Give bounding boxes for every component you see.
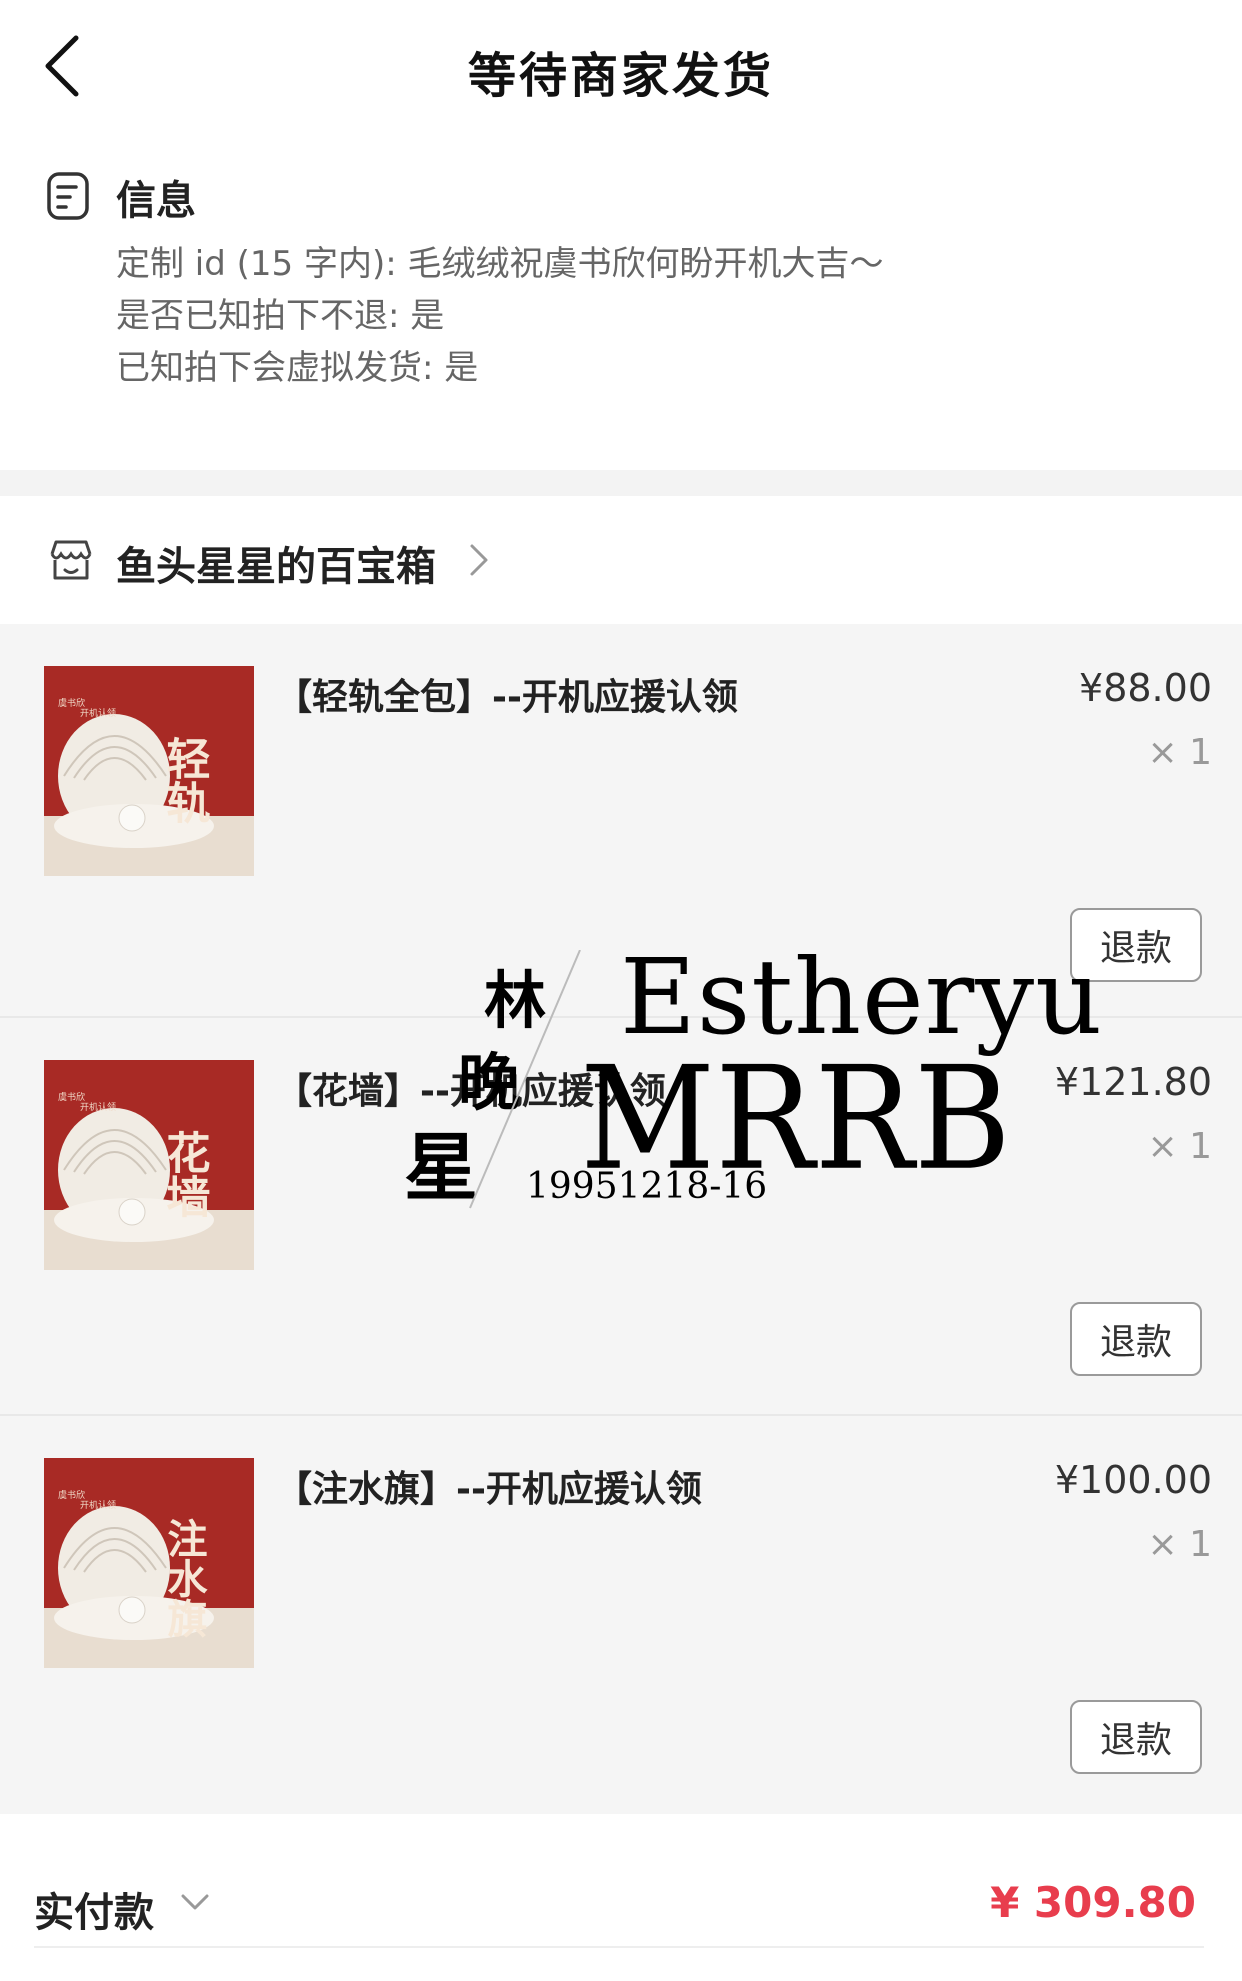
order-item: 虞书欣 开机认领 花墙 【花墙】--开机应援认领 ¥121.80 × 1 退款 xyxy=(0,1018,1242,1416)
thumb-title: 轻轨 xyxy=(159,736,211,825)
item-quantity: × 1 xyxy=(1147,1524,1212,1565)
product-thumbnail[interactable]: 虞书欣 开机认领 轻轨 xyxy=(44,666,254,876)
item-quantity: × 1 xyxy=(1147,1126,1212,1167)
thumb-tag: 开机认领 xyxy=(80,1499,116,1511)
item-title[interactable]: 【注水旗】--开机应援认领 xyxy=(276,1460,702,1512)
refund-button[interactable]: 退款 xyxy=(1070,1700,1202,1774)
info-section: 信息 定制 id (15 字内): 毛绒绒祝虞书欣何盼开机大吉～ 是否已知拍下不… xyxy=(0,140,1242,470)
paid-amount: ¥ 309.80 xyxy=(990,1878,1196,1927)
refund-button[interactable]: 退款 xyxy=(1070,1302,1202,1376)
info-line-virtual-ship: 已知拍下会虚拟发货: 是 xyxy=(116,348,479,388)
info-line-no-refund: 是否已知拍下不退: 是 xyxy=(116,296,445,336)
product-thumbnail[interactable]: 虞书欣 开机认领 花墙 xyxy=(44,1060,254,1270)
payment-footer: 实付款 ¥ 309.80 xyxy=(0,1820,1242,1981)
thumb-name: 虞书欣 xyxy=(58,1489,85,1501)
order-item: 虞书欣 开机认领 注水旗 【注水旗】--开机应援认领 ¥100.00 × 1 退… xyxy=(0,1416,1242,1814)
section-divider xyxy=(0,470,1242,496)
note-icon xyxy=(47,172,89,220)
chevron-down-icon[interactable] xyxy=(180,1890,210,1914)
item-title[interactable]: 【轻轨全包】--开机应援认领 xyxy=(276,668,738,720)
footer-divider xyxy=(34,1946,1204,1948)
thumb-name: 虞书欣 xyxy=(58,1091,85,1103)
thumb-title: 花墙 xyxy=(159,1130,211,1218)
product-thumbnail[interactable]: 虞书欣 开机认领 注水旗 xyxy=(44,1458,254,1668)
thumb-title: 注水旗 xyxy=(161,1518,208,1639)
thumb-tag: 开机认领 xyxy=(80,1101,116,1113)
item-price: ¥88.00 xyxy=(1079,666,1212,710)
store-icon xyxy=(50,540,92,580)
shop-row[interactable]: 鱼头星星的百宝箱 xyxy=(0,496,1242,624)
paid-label[interactable]: 实付款 xyxy=(34,1880,154,1938)
info-title: 信息 xyxy=(116,178,196,224)
item-price: ¥100.00 xyxy=(1054,1458,1212,1502)
item-price: ¥121.80 xyxy=(1054,1060,1212,1104)
order-item: 虞书欣 开机认领 轻轨 【轻轨全包】--开机应援认领 ¥88.00 × 1 退款 xyxy=(0,624,1242,1022)
thumb-name: 虞书欣 xyxy=(58,697,85,709)
info-line-custom-id: 定制 id (15 字内): 毛绒绒祝虞书欣何盼开机大吉～ xyxy=(116,244,884,284)
page-title: 等待商家发货 xyxy=(467,48,774,104)
shop-name[interactable]: 鱼头星星的百宝箱 xyxy=(116,534,436,592)
item-title[interactable]: 【花墙】--开机应援认领 xyxy=(276,1062,666,1114)
header: 等待商家发货 xyxy=(0,0,1242,130)
item-quantity: × 1 xyxy=(1147,732,1212,773)
chevron-right-icon xyxy=(470,544,488,576)
refund-button[interactable]: 退款 xyxy=(1070,908,1202,982)
thumb-tag: 开机认领 xyxy=(80,707,116,719)
